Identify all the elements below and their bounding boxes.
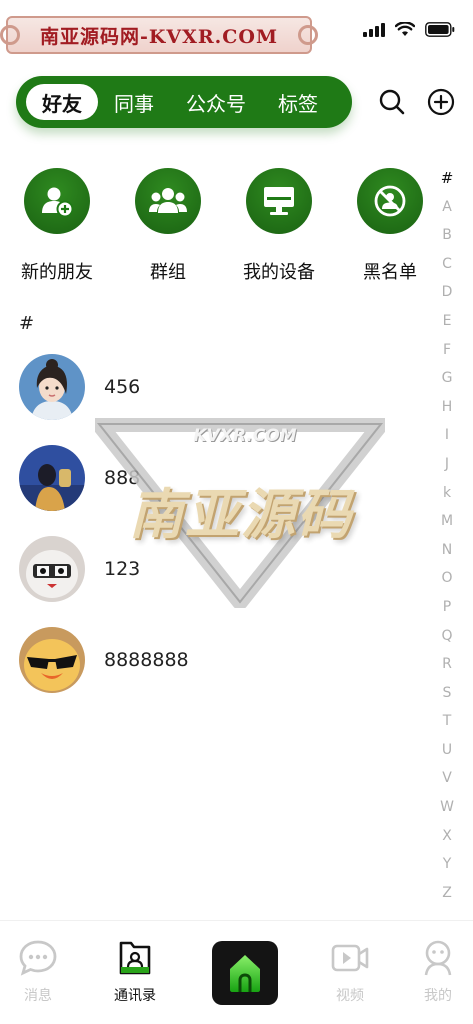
index-letter[interactable]: Z [437,879,457,908]
profile-icon [424,940,452,976]
device-icon [264,187,294,215]
tab-official-accounts[interactable]: 公众号 [170,84,262,120]
index-letter[interactable]: I [437,421,457,450]
contact-row[interactable]: 888 [19,445,399,511]
status-icons [363,22,455,37]
tab-colleagues[interactable]: 同事 [98,84,170,120]
contact-avatar [19,354,85,420]
shortcut-circle [135,168,201,234]
nav-home[interactable] [212,941,278,1005]
index-letter[interactable]: N [437,536,457,565]
message-icon [19,940,57,976]
shortcut-groups[interactable]: 群组 [113,168,223,284]
nav-label: 我的 [424,988,452,1004]
shortcut-label: 我的设备 [243,262,315,283]
tab-tags[interactable]: 标签 [262,84,334,120]
nav-label: 视频 [336,988,364,1004]
nav-label: 消息 [24,988,52,1004]
wifi-icon [395,22,415,36]
index-letter[interactable]: O [437,564,457,593]
top-header: 好友 同事 公众号 标签 [0,76,473,130]
section-header: # [19,313,35,334]
index-letter[interactable]: k [437,479,457,508]
index-letter[interactable]: M [437,507,457,536]
index-letter[interactable]: W [437,793,457,822]
contact-row[interactable]: 456 [19,354,399,420]
tab-friends[interactable]: 好友 [26,84,98,120]
contact-name: 888 [104,467,141,489]
index-letter[interactable]: Q [437,622,457,651]
watermark-banner-text: 南亚源码网-KVXR.COM [40,25,278,48]
index-letter[interactable]: U [437,736,457,765]
shortcut-label: 群组 [150,262,186,283]
index-letter[interactable]: X [437,822,457,851]
home-icon [230,955,260,992]
contact-avatar [19,536,85,602]
nav-label: 通讯录 [114,988,156,1004]
index-letter[interactable]: D [437,278,457,307]
index-letter[interactable]: T [437,707,457,736]
shortcut-circle [246,168,312,234]
video-icon [331,944,369,972]
nav-profile[interactable]: 我的 [403,939,473,1005]
index-letter[interactable]: C [437,250,457,279]
contact-row[interactable]: 123 [19,536,399,602]
index-letter[interactable]: B [437,221,457,250]
index-letter[interactable]: A [437,193,457,222]
contact-name: 123 [104,558,141,580]
nav-video[interactable]: 视频 [315,939,385,1005]
index-letter[interactable]: # [437,164,457,193]
bottom-nav: 消息 通讯录 视频 我的 [0,920,473,1024]
add-circle-icon[interactable] [427,88,455,116]
shortcut-circle [24,168,90,234]
signal-icon [363,22,385,37]
add-friend-icon [42,187,74,218]
blacklist-icon [374,185,406,217]
contacts-screen: 南亚源码网-KVXR.COM 好友 同事 公众号 标签 新的朋友 群组 我的设备… [0,0,473,1024]
watermark-url: KVXR.COM [193,426,297,446]
index-letter[interactable]: P [437,593,457,622]
nav-messages[interactable]: 消息 [3,939,73,1005]
index-letter[interactable]: V [437,764,457,793]
shortcut-label: 新的朋友 [21,262,93,283]
shortcut-my-devices[interactable]: 我的设备 [224,168,334,284]
shortcut-circle [357,168,423,234]
contact-name: 8888888 [104,649,189,671]
contact-avatar [19,445,85,511]
shortcut-row: 新的朋友 群组 我的设备 黑名单 [0,168,430,288]
watermark-banner: 南亚源码网-KVXR.COM [0,16,318,54]
group-icon [149,188,187,213]
shortcut-label: 黑名单 [363,262,417,283]
status-bar: 南亚源码网-KVXR.COM [0,0,473,62]
contacts-icon [119,941,151,975]
index-letter[interactable]: F [437,336,457,365]
battery-icon [425,22,455,37]
index-letter[interactable]: G [437,364,457,393]
index-letter[interactable]: E [437,307,457,336]
contact-row[interactable]: 8888888 [19,627,399,693]
search-icon[interactable] [378,88,406,116]
nav-contacts[interactable]: 通讯录 [100,939,170,1005]
tab-bar: 好友 同事 公众号 标签 [16,76,352,128]
contact-avatar [19,627,85,693]
index-letter[interactable]: R [437,650,457,679]
shortcut-blacklist[interactable]: 黑名单 [335,168,445,284]
alphabet-index[interactable]: # A B C D E F G H I Jk M N O P Q R S T U V W X Y Z [437,164,457,907]
shortcut-new-friends[interactable]: 新的朋友 [2,168,112,284]
index-letter[interactable]: Y [437,850,457,879]
contact-name: 456 [104,376,141,398]
index-letter[interactable]: S [437,679,457,708]
index-letter[interactable]: J [437,450,457,479]
index-letter[interactable]: H [437,393,457,422]
